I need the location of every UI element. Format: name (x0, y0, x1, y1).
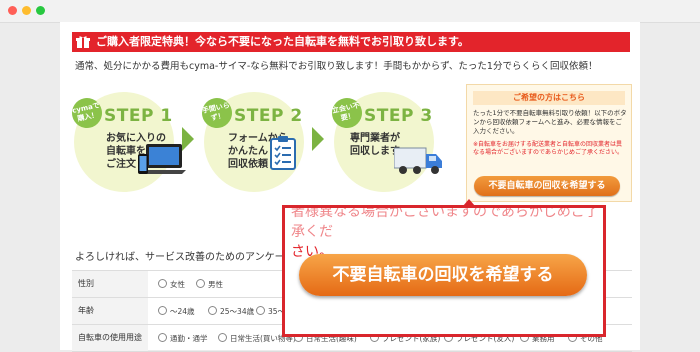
request-box-description: たった1分で不要自転車無料引取り依頼！以下のボタンから回収依頼フォームへと進み、… (473, 109, 627, 135)
radio-circle-icon (158, 333, 167, 342)
banner-text: ご購入者限定特典！今なら不要になった自転車を無料でお引取り致します。 (96, 35, 469, 48)
clipboard-icon (270, 136, 296, 170)
step-number: STEP 1 (104, 106, 173, 126)
gift-icon (76, 36, 90, 48)
step-3: 立会い不要！ STEP 3 専門業者が 回収します (329, 92, 452, 192)
laptop-phone-icon (138, 144, 186, 174)
zoom-text-top: 者様異なる場合がございますのであらかじめご了承くだ (291, 205, 599, 240)
request-box-note: ※自転車をお届けする配送業者と自転車の回収業者は異なる場合がございますのであらか… (473, 141, 623, 156)
step-2: 手間いらず！ STEP 2 フォームから かんたん 回収依頼 (199, 92, 322, 192)
radio-option[interactable]: 女性 (158, 279, 185, 290)
radio-circle-icon (158, 306, 167, 315)
radio-circle-icon (256, 306, 265, 315)
radio-circle-icon (208, 306, 217, 315)
radio-option[interactable]: 35〜 (256, 306, 285, 317)
promo-banner: ご購入者限定特典！今なら不要になった自転車を無料でお引取り致します。 (72, 32, 630, 52)
radio-circle-icon (158, 279, 167, 288)
radio-option[interactable]: 〜24歳 (158, 306, 195, 317)
zoom-highlight-box: 者様異なる場合がございますのであらかじめご了承くだ さい。 不要自転車の回収を希… (282, 205, 606, 337)
survey-title: よろしければ、サービス改善のためのアンケート (75, 252, 295, 263)
step-arrow-2 (312, 127, 324, 151)
radio-circle-icon (196, 279, 205, 288)
truck-icon (394, 147, 442, 174)
close-window-dot[interactable] (8, 6, 17, 15)
maximize-window-dot[interactable] (36, 6, 45, 15)
window-title-bar (0, 0, 700, 23)
request-pickup-button[interactable]: 不要自転車の回収を希望する (474, 176, 620, 196)
row-label: 年齢 (72, 298, 148, 324)
request-box-heading: ご希望の方はこちら (473, 91, 625, 105)
minimize-window-dot[interactable] (22, 6, 31, 15)
radio-option[interactable]: 25〜34歳 (208, 306, 254, 317)
step-number: STEP 2 (234, 106, 303, 126)
zoomed-request-pickup-button[interactable]: 不要自転車の回収を希望する (299, 254, 587, 296)
step-number: STEP 3 (364, 106, 433, 126)
radio-option[interactable]: 男性 (196, 279, 223, 290)
step-arrow-1 (182, 127, 194, 151)
intro-text: 通常、処分にかかる費用もcyma-サイマ-なら無料でお引取り致します！手間もかか… (75, 61, 598, 72)
radio-circle-icon (218, 333, 227, 342)
row-label: 自転車の使用用途 (72, 325, 148, 351)
row-label: 性別 (72, 271, 148, 297)
browser-frame: ご購入者限定特典！今なら不要になった自転車を無料でお引取り致します。 通常、処分… (0, 0, 700, 352)
radio-option[interactable]: 通勤・通学 (158, 333, 208, 344)
step-1: cymaで購入！ STEP 1 お気に入りの 自転車を ご注文 (69, 92, 192, 192)
